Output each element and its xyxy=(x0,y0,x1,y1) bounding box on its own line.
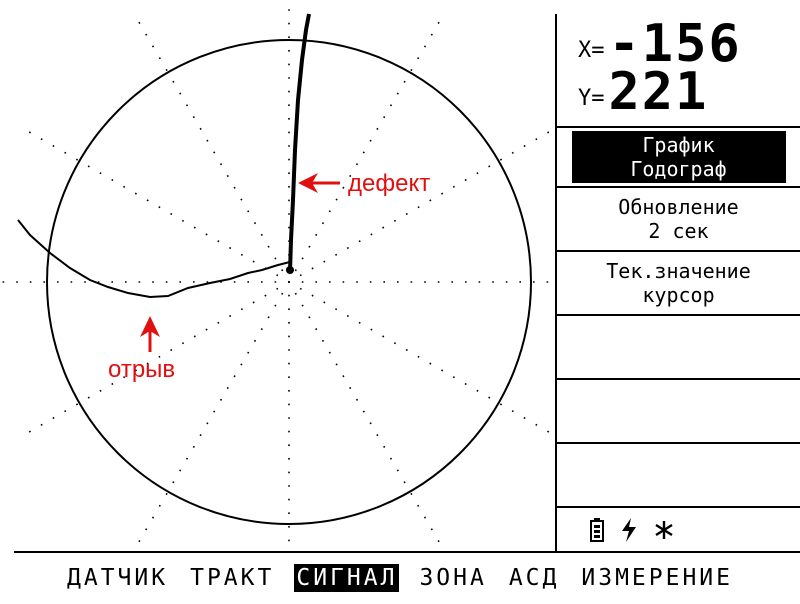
menu-update-line1: Обновление xyxy=(618,195,739,219)
menu-update-line2: 2 сек xyxy=(648,219,709,243)
bottom-tabs: ДАТЧИК ТРАКТ СИГНАЛ ЗОНА АСД ИЗМЕРЕНИЕ xyxy=(0,562,800,594)
tab-signal[interactable]: СИГНАЛ xyxy=(294,564,400,592)
signal-trace xyxy=(17,13,310,299)
tab-zone[interactable]: ЗОНА xyxy=(417,564,488,592)
x-value: -156 xyxy=(608,14,742,74)
x-readout: X= -156 xyxy=(578,14,742,74)
menu-update-interval[interactable]: Обновление 2 сек xyxy=(557,188,800,252)
asterisk-icon xyxy=(655,521,673,539)
defect-segment xyxy=(288,13,311,273)
menu-empty-slot-3[interactable] xyxy=(557,444,800,508)
trace-origin-dot xyxy=(286,266,294,274)
menu-graph-line2: Годограф xyxy=(630,157,727,181)
tab-channel[interactable]: ТРАКТ xyxy=(188,564,276,592)
y-value: 221 xyxy=(608,62,709,122)
break-label: отрыв xyxy=(108,356,176,383)
y-readout: Y= 221 xyxy=(578,62,709,122)
menu-current-line2: курсор xyxy=(642,283,715,307)
hodograph-plot xyxy=(0,0,556,552)
status-bar xyxy=(590,516,674,544)
menu-current-value[interactable]: Тек.значение курсор xyxy=(557,252,800,316)
lightning-icon xyxy=(622,518,636,542)
grid-spoke xyxy=(28,131,550,433)
tabs-divider xyxy=(14,551,800,553)
menu-empty-slot-2[interactable] xyxy=(557,380,800,444)
x-label: X= xyxy=(578,38,605,63)
defect-label: дефект xyxy=(348,170,431,197)
battery-icon xyxy=(590,518,604,542)
menu-empty-slot-1[interactable] xyxy=(557,316,800,380)
menu-graph-mode-highlight: График Годограф xyxy=(571,131,786,183)
tab-asd[interactable]: АСД xyxy=(507,564,562,592)
menu-current-line1: Тек.значение xyxy=(606,259,751,283)
menu-graph-line1: График xyxy=(642,133,715,157)
menu-graph-mode[interactable]: График Годограф xyxy=(557,126,800,188)
tab-sensor[interactable]: ДАТЧИК xyxy=(65,564,170,592)
tab-measurement[interactable]: ИЗМЕРЕНИЕ xyxy=(579,564,735,592)
y-label: Y= xyxy=(578,86,605,111)
